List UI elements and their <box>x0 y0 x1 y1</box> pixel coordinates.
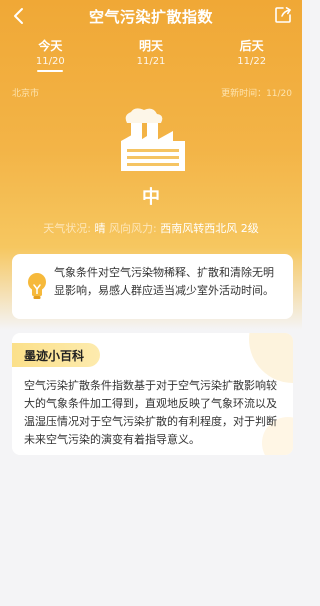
tab-label: 今天 <box>38 39 63 53</box>
factory-icon <box>121 108 185 171</box>
wind-value: 西南风转西北风 2级 <box>160 222 259 235</box>
pollution-level: 中 <box>142 187 160 208</box>
tab-day-after[interactable]: 后天 11/22 <box>201 38 302 72</box>
tab-date: 11/21 <box>136 56 166 67</box>
day-tabs: 今天 11/20 明天 11/21 后天 11/22 <box>0 38 302 72</box>
weather-label: 天气状况: <box>43 222 91 235</box>
active-tab-indicator <box>37 70 64 72</box>
update-time: 更新时间：11/20 <box>221 89 292 99</box>
page-title: 空气污染扩散指数 <box>88 7 213 26</box>
encyclopedia-tag: 墨迹小百科 <box>12 343 100 367</box>
weather-summary: 天气状况: 晴 风向风力: 西南风转西北风 2级 <box>0 220 302 236</box>
title-bar: 空气污染扩散指数 <box>0 0 302 32</box>
tab-label: 明天 <box>139 39 164 53</box>
encyclopedia-card: 墨迹小百科 空气污染扩散条件指数基于对于空气污染扩散影响较大的气象条件加工得到，… <box>12 333 293 455</box>
tab-date: 11/22 <box>237 56 267 67</box>
city-label: 北京市 <box>12 89 40 99</box>
advice-card: 气象条件对空气污染物稀释、扩散和清除无明显影响，易感人群应适当减少室外活动时间。 <box>12 254 293 319</box>
encyclopedia-text: 空气污染扩散条件指数基于对于空气污染扩散影响较大的气象条件加工得到，直观地反映了… <box>24 379 277 446</box>
tab-date: 11/20 <box>35 56 65 67</box>
tab-label: 后天 <box>239 39 264 53</box>
lightbulb-icon <box>28 273 46 299</box>
wind-label: 风向风力: <box>109 222 157 235</box>
tab-today[interactable]: 今天 11/20 <box>0 38 101 72</box>
meta-row: 北京市 更新时间：11/20 <box>12 86 292 99</box>
chevron-left-icon[interactable] <box>10 6 28 26</box>
weather-value: 晴 <box>94 222 106 235</box>
share-icon[interactable] <box>274 6 292 24</box>
advice-text: 气象条件对空气污染物稀释、扩散和清除无明显影响，易感人群应适当减少室外活动时间。 <box>54 266 274 297</box>
tab-tomorrow[interactable]: 明天 11/21 <box>101 38 202 72</box>
